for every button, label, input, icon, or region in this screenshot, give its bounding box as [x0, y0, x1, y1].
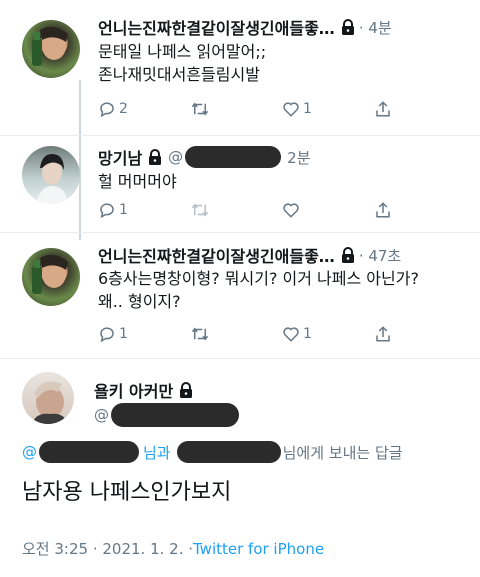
timestamp[interactable]: 오전 3:25 · 2021. 1. 2. ·	[22, 538, 193, 559]
avatar[interactable]	[22, 146, 80, 204]
reply-count: 1	[119, 326, 128, 342]
like-button[interactable]: 1	[282, 325, 374, 343]
handle-at: @	[168, 148, 184, 166]
tweet-text: 6층사는명창이형? 뭐시기? 이거 나페스 아닌가? 왜.. 형이지?	[98, 267, 419, 313]
reply-and: 님과	[143, 443, 171, 462]
reply-button[interactable]: 2	[98, 100, 190, 118]
avatar-image	[32, 381, 68, 424]
redacted-handle	[185, 146, 282, 168]
handle-at: @	[94, 406, 109, 424]
timestamp[interactable]: 2분	[287, 147, 310, 168]
avatar[interactable]	[22, 248, 80, 306]
heart-icon	[283, 102, 299, 117]
reply-button[interactable]: 1	[98, 201, 190, 219]
lock-icon	[180, 382, 193, 398]
reply-icon	[100, 203, 114, 219]
redacted-mention[interactable]	[176, 441, 281, 463]
share-button[interactable]	[374, 325, 466, 343]
retweet-button[interactable]	[190, 325, 282, 343]
main-tweet-text: 남자용 나페스인가보지	[22, 480, 232, 505]
like-button[interactable]: 1	[282, 100, 374, 118]
lock-icon	[341, 247, 354, 263]
lock-icon	[341, 19, 354, 35]
tweet-meta: 오전 3:25 · 2021. 1. 2. · Twitter for iPho…	[22, 538, 324, 559]
tweet-text-line: 문태일 나페스 읽어말어;;	[98, 42, 267, 61]
lock-icon	[149, 149, 162, 165]
display-name[interactable]: 언니는진짜한결같이잘생긴애들좋…	[98, 15, 335, 39]
retweet-icon	[191, 102, 209, 116]
display-name[interactable]: 망기남	[98, 145, 142, 169]
retweet-button[interactable]	[190, 100, 282, 118]
tweet-actions: 1	[98, 201, 466, 219]
divider	[0, 232, 480, 233]
avatar-image	[36, 154, 68, 204]
redacted-mention[interactable]	[39, 441, 139, 463]
timestamp[interactable]: · 47초	[359, 245, 401, 266]
thread-line	[79, 80, 81, 240]
avatar[interactable]	[22, 20, 80, 78]
mention-at[interactable]: @	[22, 443, 37, 461]
replying-to: @ 님과 님에게 보내는 답글	[22, 441, 403, 463]
tweet-text: 문태일 나페스 읽어말어;; 존나재밋대서흔들림시발	[98, 40, 266, 86]
reply-suffix: 님에게 보내는 답글	[282, 443, 403, 462]
tweet-text-line: 6층사는명창이형? 뭐시기? 이거 나페스 아닌가?	[98, 269, 419, 288]
share-icon	[376, 326, 390, 342]
tweet-text-line: 존나재밋대서흔들림시발	[98, 65, 260, 84]
tweet-text-line: 헐 머머머야	[98, 172, 177, 191]
tweet-actions: 1 1	[98, 325, 466, 343]
avatar-image	[32, 254, 68, 294]
display-name[interactable]: 욜키 아커만	[94, 378, 173, 402]
retweet-button[interactable]	[190, 201, 282, 219]
source-link[interactable]: Twitter for iPhone	[193, 540, 324, 558]
reply-icon	[100, 102, 114, 118]
like-count: 1	[303, 326, 312, 342]
display-name[interactable]: 언니는진짜한결같이잘생긴애들좋…	[98, 243, 335, 267]
retweet-icon	[191, 203, 209, 217]
reply-icon	[100, 327, 114, 343]
share-button[interactable]	[374, 100, 466, 118]
tweet-actions: 2 1	[98, 100, 466, 118]
divider	[0, 358, 480, 359]
like-count: 1	[303, 101, 312, 117]
share-icon	[376, 202, 390, 218]
divider	[0, 135, 480, 136]
share-button[interactable]	[374, 201, 466, 219]
retweet-icon	[191, 327, 209, 341]
timestamp[interactable]: · 4분	[359, 17, 392, 38]
avatar[interactable]	[22, 372, 74, 424]
heart-icon	[283, 203, 299, 218]
reply-count: 2	[119, 101, 128, 117]
redacted-handle	[111, 403, 239, 427]
heart-icon	[283, 327, 299, 342]
reply-button[interactable]: 1	[98, 325, 190, 343]
avatar-image	[32, 26, 68, 66]
tweet-text-line: 왜.. 형이지?	[98, 292, 181, 311]
like-button[interactable]	[282, 201, 374, 219]
tweet-text: 헐 머머머야	[98, 170, 177, 193]
reply-count: 1	[119, 202, 128, 218]
share-icon	[376, 101, 390, 117]
